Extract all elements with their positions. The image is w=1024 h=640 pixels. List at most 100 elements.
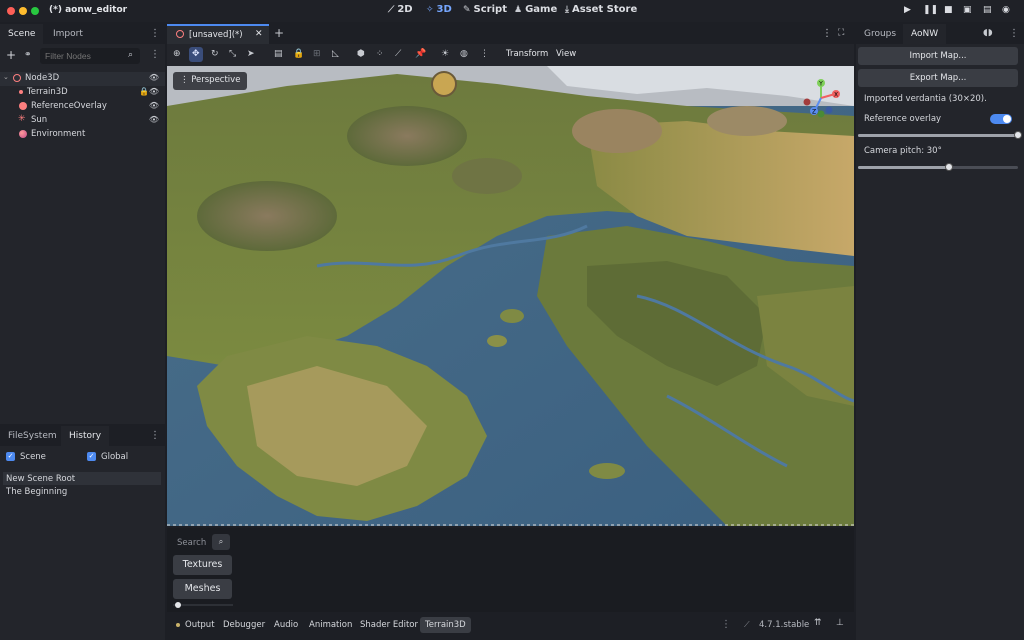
dock-menu-icon[interactable]: ⋮ [1009, 28, 1019, 39]
dock-menu-icon[interactable]: ⋮ [150, 430, 160, 441]
tree-item-referenceoverlay[interactable]: ReferenceOverlay 👁 [0, 100, 165, 114]
visibility-eye-icon[interactable]: 👁 [149, 73, 159, 82]
tab-filesystem[interactable]: FileSystem [0, 426, 65, 446]
pointer-icon[interactable]: ➤ [247, 49, 255, 59]
group-icon[interactable]: ⊞ [313, 49, 321, 59]
close-tab-icon[interactable]: ✕ [255, 29, 263, 39]
tab-output[interactable]: Output [185, 620, 215, 630]
workspace-script-button[interactable]: ✎ Script [463, 4, 507, 15]
scene-dock: Scene Import ⋮ + ⚭ ⌕ ⋮ ⌄ Node3D 👁 Terrai… [0, 24, 165, 424]
filter-row: + ⚭ ⌕ ⋮ [0, 46, 165, 66]
ruler-icon[interactable]: ◺ [332, 49, 339, 59]
play-scene-icon[interactable]: ▣ [963, 5, 972, 15]
panel-menu-icon[interactable]: ⋮ [721, 619, 731, 630]
asset-size-slider[interactable] [173, 602, 233, 608]
history-entry[interactable]: The Beginning [3, 485, 161, 498]
bone-icon[interactable]: ⟋ [395, 49, 401, 59]
preview-menu-icon[interactable]: ⋮ [480, 49, 489, 59]
sun-preview-icon[interactable]: ☀ [441, 49, 449, 59]
tab-groups[interactable]: Groups [856, 24, 904, 44]
tree-item-node3d[interactable]: ⌄ Node3D 👁 [0, 72, 165, 86]
scene-tabs-bar: [unsaved](*) ✕ + ⋮ ⛶ [167, 24, 854, 44]
tab-debugger[interactable]: Debugger [223, 620, 265, 630]
terrain-render [167, 66, 854, 526]
global-checkbox-label: Global [101, 452, 129, 462]
tab-animation[interactable]: Animation [309, 620, 352, 630]
camera-marker[interactable] [431, 71, 457, 97]
tabs-menu-icon[interactable]: ⋮ [822, 28, 832, 39]
collapse-arrow-icon[interactable]: ⌄ [3, 73, 9, 81]
scale-mode-icon[interactable]: ⤡ [229, 49, 236, 59]
lock-icon[interactable]: 🔒 [293, 49, 304, 59]
3d-viewport[interactable]: Y X Z ⋮ Perspective [167, 66, 854, 526]
filter-menu-icon[interactable]: ⋮ [150, 49, 160, 60]
visibility-eye-icon[interactable]: 👁 [149, 87, 159, 96]
menu-icon: ⋮ [180, 75, 189, 85]
import-map-button[interactable]: Import Map... [858, 47, 1018, 65]
list-select-icon[interactable]: ▤ [274, 49, 283, 59]
gizmo-x-label: X [834, 92, 838, 99]
perspective-menu-button[interactable]: ⋮ Perspective [173, 72, 248, 90]
textures-button[interactable]: Textures [173, 555, 232, 575]
environment-preview-icon[interactable]: ◍ [460, 49, 468, 59]
distraction-free-icon[interactable]: ⛶ [838, 28, 844, 38]
minimize-window-button[interactable] [19, 7, 27, 15]
tree-item-label: Node3D [25, 73, 60, 83]
meshes-button[interactable]: Meshes [173, 579, 232, 599]
movie-maker-icon[interactable]: ◉ [1002, 5, 1010, 15]
scene-tab[interactable]: [unsaved](*) ✕ [167, 24, 269, 44]
reference-overlay-toggle[interactable] [990, 114, 1012, 124]
visibility-eye-icon[interactable]: 👁 [149, 115, 159, 124]
play-custom-scene-icon[interactable]: ▤ [983, 5, 992, 15]
mesh-icon[interactable]: ⬢ [357, 49, 365, 59]
link-icon[interactable]: ⚭ [24, 50, 32, 60]
global-checkbox[interactable]: ✓ [87, 452, 96, 461]
tab-history[interactable]: History [61, 426, 110, 446]
tree-item-environment[interactable]: Environment [0, 128, 165, 142]
scene-tab-label: [unsaved](*) [189, 30, 243, 40]
select-mode-icon[interactable]: ⊕ [173, 49, 181, 59]
workspace-2d-button[interactable]: ⟋ 2D [388, 4, 413, 15]
rotate-mode-icon[interactable]: ↻ [211, 49, 219, 59]
workspace-asset-store-button[interactable]: ⤓ Asset Store [565, 4, 637, 15]
add-node-icon[interactable]: + [6, 48, 16, 62]
pause-icon[interactable]: ❚❚ [923, 5, 938, 15]
scene-checkbox[interactable]: ✓ [6, 452, 15, 461]
maximize-window-button[interactable] [31, 7, 39, 15]
workspace-game-button[interactable]: ♟ Game [514, 4, 557, 15]
dock-nav-icon[interactable]: ◖◗ [983, 28, 992, 38]
add-tab-icon[interactable]: + [274, 26, 284, 40]
stop-icon[interactable]: ■ [944, 5, 953, 15]
filter-nodes-input[interactable] [40, 48, 140, 64]
export-map-button[interactable]: Export Map... [858, 69, 1018, 87]
history-entry[interactable]: New Scene Root [3, 472, 161, 485]
tab-shader-editor[interactable]: Shader Editor [360, 620, 418, 630]
play-icon[interactable]: ▶ [904, 5, 911, 15]
snap-icon[interactable]: ⁘ [376, 49, 384, 59]
search-icon[interactable]: ⌕ [212, 534, 230, 550]
pin-icon[interactable]: 📌 [415, 49, 426, 59]
workspace-3d-button[interactable]: ✧ 3D [426, 4, 452, 15]
history-dock-tabbar: FileSystem History ⋮ [0, 426, 165, 446]
tab-scene[interactable]: Scene [0, 24, 44, 44]
script-icon: ✎ [463, 4, 471, 15]
asset-search-input[interactable]: Search [177, 538, 206, 548]
tab-import[interactable]: Import [45, 24, 91, 44]
pin-panel-icon[interactable]: ⊥ [836, 618, 844, 628]
transform-menu[interactable]: Transform [506, 49, 548, 59]
close-window-button[interactable] [7, 7, 15, 15]
axis-gizmo[interactable]: Y X Z [799, 78, 843, 118]
tree-item-terrain3d[interactable]: Terrain3D 🔒 👁 [0, 86, 165, 100]
tab-audio[interactable]: Audio [274, 620, 298, 630]
lock-icon[interactable]: 🔒 [139, 87, 149, 96]
camera-pitch-slider[interactable] [858, 163, 1018, 171]
tree-item-sun[interactable]: ✳ Sun 👁 [0, 114, 165, 128]
visibility-eye-icon[interactable]: 👁 [149, 101, 159, 110]
tab-terrain3d[interactable]: Terrain3D [420, 617, 471, 633]
move-mode-icon[interactable]: ✥ [189, 47, 203, 62]
tab-aonw[interactable]: AoNW [903, 24, 947, 44]
expand-panel-icon[interactable]: ⇈ [814, 618, 822, 628]
dock-menu-icon[interactable]: ⋮ [150, 28, 160, 39]
view-menu[interactable]: View [556, 49, 576, 59]
overlay-opacity-slider[interactable] [858, 131, 1022, 139]
